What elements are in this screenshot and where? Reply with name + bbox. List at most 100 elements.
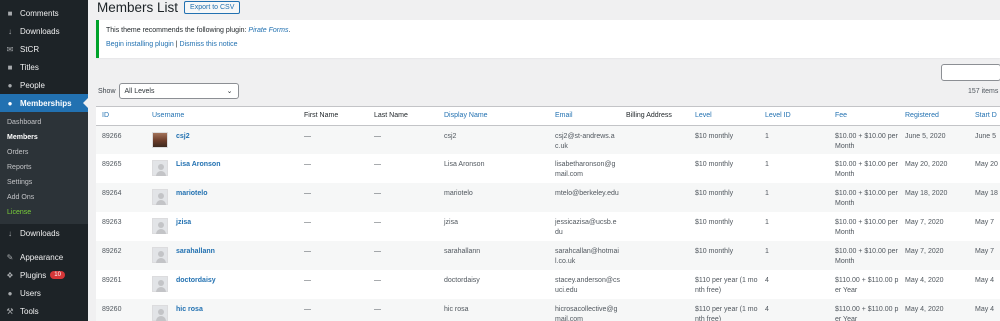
cell-level_id: 4 — [759, 299, 829, 321]
cell-display: sarahallann — [438, 241, 549, 270]
appearance-icon: ✎ — [6, 252, 14, 262]
sidebar-item-plugins[interactable]: ❖ Plugins 10 — [0, 266, 88, 284]
cell-id: 89264 — [96, 183, 146, 212]
cell-display: Lisa Aronson — [444, 161, 485, 168]
submenu-item-settings[interactable]: Settings — [0, 175, 88, 190]
sidebar-item-downloads[interactable]: ↓ Downloads — [0, 22, 88, 40]
user-cell: doctordaisy — [152, 276, 298, 292]
sidebar-item-label: StCR — [20, 44, 40, 54]
username-link[interactable]: hic rosa — [176, 305, 203, 315]
admin-sidebar: ■ Comments ↓ Downloads ✉ StCR ■ Titles ● People ● M… — [0, 0, 88, 321]
search-input[interactable] — [941, 64, 1000, 81]
table-row: 89265 Lisa Aronson — — Lisa Aronson lisabetha… — [96, 154, 1000, 183]
cell-id: 89263 — [102, 219, 122, 226]
avatar — [152, 218, 168, 234]
cell-username: doctordaisy — [146, 270, 298, 299]
cell-email: sarahcallan@hotmail.co.uk — [549, 241, 620, 270]
sidebar-item-label: Users — [20, 288, 41, 298]
table-header-row: ID Username First Name Last Name Display Nam… — [96, 107, 1000, 126]
notice-actions: Begin installing plugin | Dismiss this not… — [106, 41, 1000, 48]
cell-billing — [620, 125, 689, 154]
sidebar-item-stcr[interactable]: ✉ StCR — [0, 40, 88, 58]
username-link[interactable]: mariotelo — [176, 189, 208, 199]
column-header-registered[interactable]: Registered — [899, 107, 969, 126]
cell-start: May 7 — [969, 241, 1000, 270]
cell-email: lisabetharonson@gmail.com — [555, 161, 616, 178]
submenu-item-license[interactable]: License — [0, 205, 88, 220]
sidebar-item-memberships[interactable]: ● Memberships — [0, 94, 88, 112]
username-link[interactable]: jzisa — [176, 218, 191, 228]
sidebar-item-appearance[interactable]: ✎ Appearance — [0, 248, 88, 266]
avatar — [152, 131, 168, 148]
cell-first: — — [304, 161, 311, 168]
user-cell: hic rosa — [152, 305, 298, 321]
cell-registered: May 18, 2020 — [899, 183, 969, 212]
sidebar-item-people[interactable]: ● People — [0, 76, 88, 94]
export-csv-button[interactable]: Export to CSV — [184, 1, 241, 14]
username-link[interactable]: doctordaisy — [176, 276, 216, 286]
submenu-item-add-ons[interactable]: Add Ons — [0, 190, 88, 205]
cell-start: May 4 — [975, 277, 995, 284]
column-header-fee[interactable]: Fee — [829, 107, 899, 126]
submenu-item-dashboard[interactable]: Dashboard — [0, 115, 88, 130]
cell-id: 89265 — [102, 161, 122, 168]
column-header-level-id[interactable]: Level ID — [759, 107, 829, 126]
sidebar-item-label: Memberships — [20, 98, 72, 108]
user-cell: csj2 — [152, 131, 298, 148]
cell-billing — [620, 212, 689, 241]
column-header-start-d[interactable]: Start D — [969, 107, 1000, 126]
sidebar-item-tools[interactable]: ⚒ Tools — [0, 302, 88, 320]
cell-billing — [620, 241, 689, 270]
cell-level: $10 monthly — [689, 183, 759, 212]
cell-level_id: 1 — [759, 125, 829, 154]
submenu-item-reports[interactable]: Reports — [0, 160, 88, 175]
sidebar-item-titles[interactable]: ■ Titles — [0, 58, 88, 76]
cell-registered: June 5, 2020 — [899, 125, 969, 154]
cell-email: csj2@st-andrews.ac.uk — [549, 125, 620, 154]
stcr-icon: ✉ — [6, 44, 14, 54]
cell-last: — — [368, 125, 438, 154]
column-header-username[interactable]: Username — [146, 107, 298, 126]
cell-username: jzisa — [146, 212, 298, 241]
show-filter: Show All Levels ⌄ — [98, 83, 239, 99]
titles-icon: ■ — [7, 62, 13, 72]
cell-registered: May 7, 2020 — [905, 219, 944, 226]
submenu-item-orders[interactable]: Orders — [0, 145, 88, 160]
cell-last: — — [374, 161, 381, 168]
members-table-wrap: ID Username First Name Last Name Display Nam… — [96, 106, 1000, 321]
table-row: 89262 sarahallann — — sarahallann sarahcallan… — [96, 241, 1000, 270]
sidebar-item-users[interactable]: ● Users — [0, 284, 88, 302]
cell-username: hic rosa — [146, 299, 298, 321]
column-header-email[interactable]: Email — [549, 107, 620, 126]
download-icon: ↓ — [8, 228, 12, 238]
column-header-billing-address: Billing Address — [620, 107, 689, 126]
avatar — [152, 305, 168, 321]
avatar — [152, 276, 168, 292]
sidebar-item-comments[interactable]: ■ Comments — [0, 4, 88, 22]
notice-text: This theme recommends the following plug… — [106, 27, 1000, 34]
username-link[interactable]: sarahallann — [176, 247, 215, 257]
sidebar-item-label: People — [20, 80, 45, 90]
download-icon: ↓ — [8, 26, 12, 36]
username-link[interactable]: csj2 — [176, 132, 190, 142]
level-select[interactable]: All Levels ⌄ — [118, 83, 239, 99]
items-count: 157 items — [968, 88, 999, 95]
dismiss-notice-link[interactable]: Dismiss this notice — [180, 41, 238, 48]
username-link[interactable]: Lisa Aronson — [176, 160, 220, 170]
cell-email: jessicazisa@ucsb.edu — [555, 219, 617, 236]
column-header-level[interactable]: Level — [689, 107, 759, 126]
submenu-item-members[interactable]: Members — [0, 130, 88, 145]
sidebar-item-downloads[interactable]: ↓ Downloads — [0, 224, 88, 242]
column-header-id[interactable]: ID — [96, 107, 146, 126]
sidebar-item-label: Downloads — [20, 228, 60, 238]
cell-first: — — [298, 183, 368, 212]
cell-billing — [620, 183, 689, 212]
cell-display: hic rosa — [438, 299, 549, 321]
cell-username: csj2 — [146, 125, 298, 154]
cell-registered: May 4, 2020 — [899, 299, 969, 321]
cell-last: — — [368, 183, 438, 212]
pirate-forms-link[interactable]: Pirate Forms — [248, 27, 288, 34]
column-header-display-name[interactable]: Display Name — [438, 107, 549, 126]
begin-installing-link[interactable]: Begin installing plugin — [106, 41, 174, 48]
user-cell: jzisa — [152, 218, 298, 234]
